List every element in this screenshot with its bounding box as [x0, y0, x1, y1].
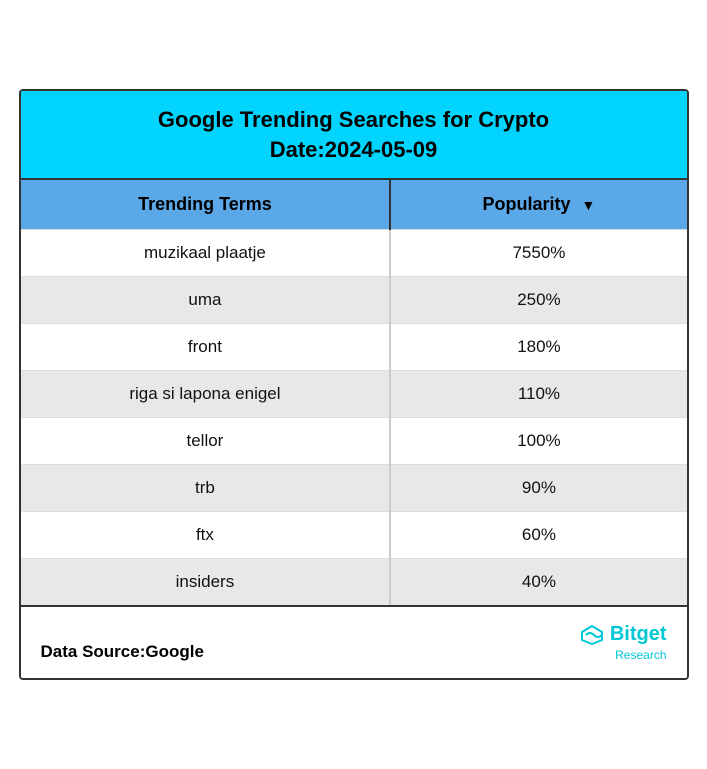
- table-header-row: Trending Terms Popularity ▼: [21, 180, 687, 230]
- table-body: muzikaal plaatje7550%uma250%front180%rig…: [21, 230, 687, 606]
- col-header-popularity: Popularity ▼: [390, 180, 686, 230]
- term-cell: muzikaal plaatje: [21, 230, 391, 277]
- table-row: front180%: [21, 324, 687, 371]
- term-cell: tellor: [21, 418, 391, 465]
- popularity-cell: 40%: [390, 559, 686, 606]
- brand-sub: Research: [615, 648, 666, 662]
- data-source-label: Data Source:Google: [41, 642, 204, 662]
- table-row: uma250%: [21, 277, 687, 324]
- popularity-cell: 100%: [390, 418, 686, 465]
- data-table: Trending Terms Popularity ▼ muzikaal pla…: [21, 180, 687, 605]
- table-row: tellor100%: [21, 418, 687, 465]
- term-cell: trb: [21, 465, 391, 512]
- term-cell: insiders: [21, 559, 391, 606]
- card-header: Google Trending Searches for Crypto Date…: [21, 91, 687, 180]
- table-row: trb90%: [21, 465, 687, 512]
- main-card: Google Trending Searches for Crypto Date…: [19, 89, 689, 680]
- table-row: muzikaal plaatje7550%: [21, 230, 687, 277]
- brand-logo: Bitget Research: [578, 623, 667, 662]
- popularity-cell: 60%: [390, 512, 686, 559]
- term-cell: uma: [21, 277, 391, 324]
- table-row: ftx60%: [21, 512, 687, 559]
- card-footer: Data Source:Google Bitget Research: [21, 605, 687, 678]
- bitget-name: Bitget: [610, 623, 667, 646]
- bitget-brand: Bitget: [578, 623, 667, 646]
- popularity-cell: 250%: [390, 277, 686, 324]
- card-title: Google Trending Searches for Crypto Date…: [41, 105, 667, 164]
- table-row: insiders40%: [21, 559, 687, 606]
- col-header-terms: Trending Terms: [21, 180, 391, 230]
- popularity-cell: 90%: [390, 465, 686, 512]
- popularity-cell: 7550%: [390, 230, 686, 277]
- term-cell: ftx: [21, 512, 391, 559]
- popularity-cell: 110%: [390, 371, 686, 418]
- term-cell: riga si lapona enigel: [21, 371, 391, 418]
- title-line1: Google Trending Searches for Crypto: [158, 107, 549, 132]
- table-row: riga si lapona enigel110%: [21, 371, 687, 418]
- bitget-icon: [578, 624, 606, 646]
- sort-icon: ▼: [582, 197, 596, 213]
- title-line2: Date:2024-05-09: [270, 137, 438, 162]
- popularity-cell: 180%: [390, 324, 686, 371]
- term-cell: front: [21, 324, 391, 371]
